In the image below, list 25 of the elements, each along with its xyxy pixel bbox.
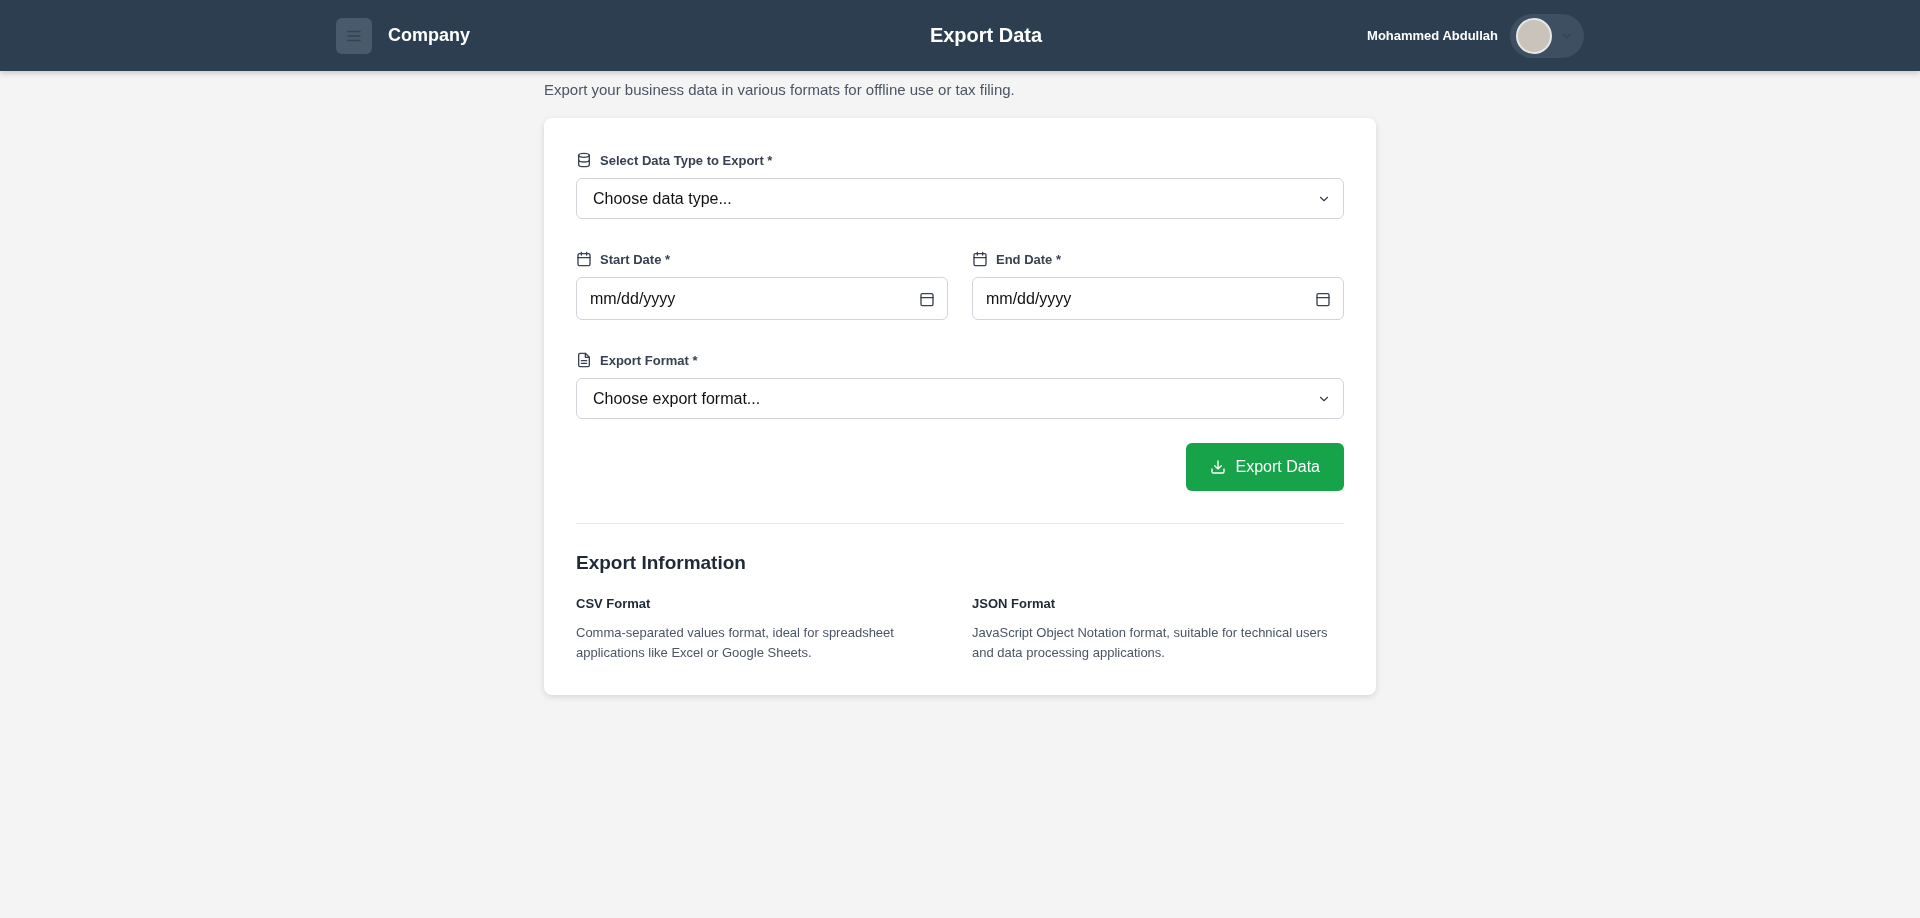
calendar-icon: [919, 290, 935, 307]
field-label: Export Format *: [600, 352, 698, 368]
page-title: Export Data: [928, 24, 1044, 47]
export-format-select[interactable]: Choose export format...: [576, 378, 1344, 419]
calendar-icon: [1315, 290, 1331, 307]
field-label: Start Date *: [600, 251, 671, 267]
section-heading: Export Information: [576, 552, 747, 574]
calendar-icon: [576, 251, 592, 267]
format-title: JSON Format: [972, 596, 1057, 611]
page-description: Export your business data in various formats for offline use or tax filing.: [544, 81, 1016, 98]
data-type-select[interactable]: Choose data type...: [576, 178, 1344, 219]
format-title: CSV Format: [576, 596, 652, 611]
user-name: Mohammed Abdullah: [1367, 28, 1498, 43]
document-icon: [576, 352, 592, 368]
date-input[interactable]: mm/dd/yyyy: [972, 277, 1344, 320]
calendar-icon: [972, 251, 988, 267]
date-input[interactable]: mm/dd/yyyy: [576, 277, 948, 320]
field-label: End Date *: [996, 251, 1061, 267]
format-description: JavaScript Object Notation format, suitable for technical users and data processing applications.: [972, 624, 1329, 662]
brand-name: Company: [388, 25, 471, 46]
user-menu-button[interactable]: [1510, 13, 1584, 58]
download-icon: [1209, 459, 1226, 475]
database-icon: [576, 152, 592, 168]
format-description: Comma-separated values format, ideal for spreadsheet applications like Excel or Google Sheets.: [576, 624, 895, 662]
field-label: Select Data Type to Export *: [600, 152, 773, 168]
